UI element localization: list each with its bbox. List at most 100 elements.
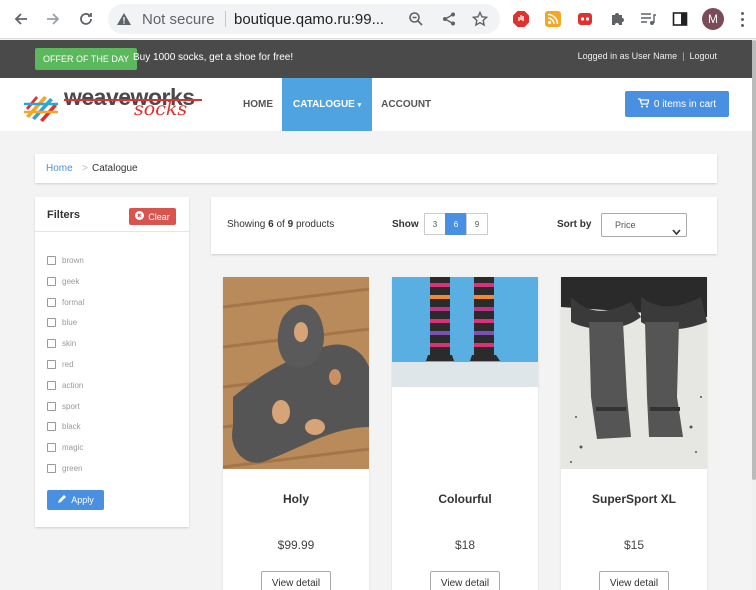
filter-checkbox[interactable] [47, 297, 56, 307]
view-detail-button[interactable]: View detail [261, 571, 331, 590]
breadcrumb: Home > Catalogue [35, 154, 717, 183]
filter-label: magic [62, 443, 84, 453]
page-scrollbar[interactable] [752, 40, 756, 590]
filter-label: action [62, 380, 84, 390]
browser-menu-icon[interactable] [733, 8, 751, 30]
product-price: $18 [454, 538, 476, 552]
filter-option[interactable]: brown [47, 256, 84, 265]
showing-current: 6 [268, 219, 274, 230]
filter-checkbox[interactable] [47, 360, 56, 369]
filter-checkbox[interactable] [47, 443, 56, 453]
filter-checkbox[interactable] [47, 256, 56, 265]
link-separator: | [682, 51, 685, 61]
showing-prefix: Showing [227, 219, 266, 230]
product-name[interactable]: Colourful [392, 492, 538, 506]
view-detail-button[interactable]: View detail [430, 571, 500, 590]
show-label: Show [392, 219, 419, 230]
product-card: Colourful $18 View detail [392, 277, 538, 590]
product-price: $99.99 [277, 538, 315, 552]
scrollbar-thumb[interactable] [752, 40, 756, 480]
offer-bar: OFFER OF THE DAY Buy 1000 socks, get a s… [0, 40, 752, 78]
filters-divider [35, 231, 189, 232]
filter-option[interactable]: magic [47, 443, 84, 453]
apply-label: Apply [71, 495, 94, 505]
main-nav: HOME CATALOGUE ▾ ACCOUNT [234, 78, 440, 131]
nav-account[interactable]: ACCOUNT [372, 78, 440, 131]
browser-toolbar: Not secure boutique.qamo.ru:99... M [0, 0, 756, 39]
side-panel-icon[interactable] [670, 9, 690, 29]
filter-checkbox[interactable] [47, 464, 56, 473]
rss-extension-icon[interactable] [543, 9, 563, 29]
filter-option[interactable]: formal [47, 297, 85, 307]
filter-label: blue [62, 318, 78, 328]
clear-label: Clear [148, 211, 170, 222]
product-card: SuperSport XL $15 View detail [561, 277, 707, 590]
filter-checkbox[interactable] [47, 401, 56, 411]
filter-option[interactable]: green [47, 464, 82, 473]
filter-option[interactable]: blue [47, 318, 78, 328]
product-name[interactable]: Holy [223, 492, 369, 506]
filter-option[interactable]: sport [47, 401, 80, 411]
offer-text: Buy 1000 socks, get a shoe for free! [133, 52, 294, 63]
clear-filters-button[interactable]: Clear [129, 208, 176, 225]
filter-option[interactable]: red [47, 360, 74, 369]
filter-option[interactable]: geek [47, 276, 80, 286]
filter-label: formal [62, 297, 85, 307]
bookmark-star-icon[interactable] [471, 10, 489, 32]
filter-label: black [62, 422, 81, 432]
showing-suffix: products [295, 219, 335, 230]
showing-count: Showing 6 of 9 products [227, 219, 334, 230]
page-size-6[interactable]: 6 [445, 213, 467, 235]
filters-panel: Filters Clear brown geek formal blue skin red… [35, 197, 189, 527]
record-extension-icon[interactable] [575, 9, 595, 29]
logout-link[interactable]: Logout [689, 51, 717, 61]
filter-label: geek [62, 276, 80, 286]
filter-option[interactable]: skin [47, 339, 77, 349]
page-size-3[interactable]: 3 [424, 213, 446, 235]
apply-filters-button[interactable]: Apply [47, 490, 104, 510]
zoom-icon[interactable] [408, 11, 424, 32]
url-text[interactable]: boutique.qamo.ru:99... [234, 11, 384, 28]
nav-catalogue[interactable]: CATALOGUE ▾ [282, 78, 373, 131]
filter-option[interactable]: black [47, 422, 81, 432]
catalogue-toolbar: Showing 6 of 9 products Show 3 6 9 Sort … [211, 197, 717, 254]
product-card: Holy $99.99 View detail [223, 277, 369, 590]
clear-x-icon [135, 211, 145, 222]
sort-select[interactable]: Price [601, 213, 687, 237]
share-icon[interactable] [441, 11, 457, 32]
product-price: $15 [623, 538, 645, 552]
media-queue-icon[interactable] [638, 9, 658, 29]
filter-checkbox[interactable] [47, 339, 56, 349]
filter-checkbox[interactable] [47, 422, 56, 432]
adblock-extension-icon[interactable] [511, 9, 531, 29]
product-image-holy[interactable] [223, 277, 369, 469]
product-image-supersport-xl[interactable] [561, 277, 707, 469]
back-arrow-icon[interactable] [9, 8, 33, 30]
warning-triangle-icon[interactable] [116, 11, 132, 32]
filter-checkbox[interactable] [47, 276, 56, 286]
nav-home[interactable]: HOME [234, 78, 282, 131]
product-image-colourful[interactable] [392, 277, 538, 469]
extensions-puzzle-icon[interactable] [607, 9, 627, 29]
filter-label: skin [62, 339, 77, 349]
address-bar[interactable]: Not secure boutique.qamo.ru:99... [108, 4, 500, 34]
view-detail-button[interactable]: View detail [599, 571, 669, 590]
cart-button[interactable]: 0 items in cart [625, 91, 729, 117]
logo-subtext: socks [134, 98, 188, 120]
logged-in-label[interactable]: Logged in as User Name [578, 51, 678, 61]
filter-checkbox[interactable] [47, 380, 56, 390]
profile-avatar[interactable]: M [702, 8, 724, 30]
forward-arrow-icon[interactable] [41, 8, 65, 30]
product-name[interactable]: SuperSport XL [561, 492, 707, 506]
filter-checkbox[interactable] [47, 318, 56, 328]
filter-label: red [62, 360, 74, 369]
page-size-9[interactable]: 9 [466, 213, 488, 235]
filter-option[interactable]: action [47, 380, 84, 390]
breadcrumb-separator: > [82, 163, 88, 174]
breadcrumb-home[interactable]: Home [46, 163, 73, 174]
page-size-selector: 3 6 9 [424, 213, 488, 235]
sort-label: Sort by [557, 219, 592, 230]
reload-icon[interactable] [74, 8, 98, 30]
filters-title: Filters [47, 209, 81, 221]
offer-badge[interactable]: OFFER OF THE DAY [35, 48, 138, 70]
